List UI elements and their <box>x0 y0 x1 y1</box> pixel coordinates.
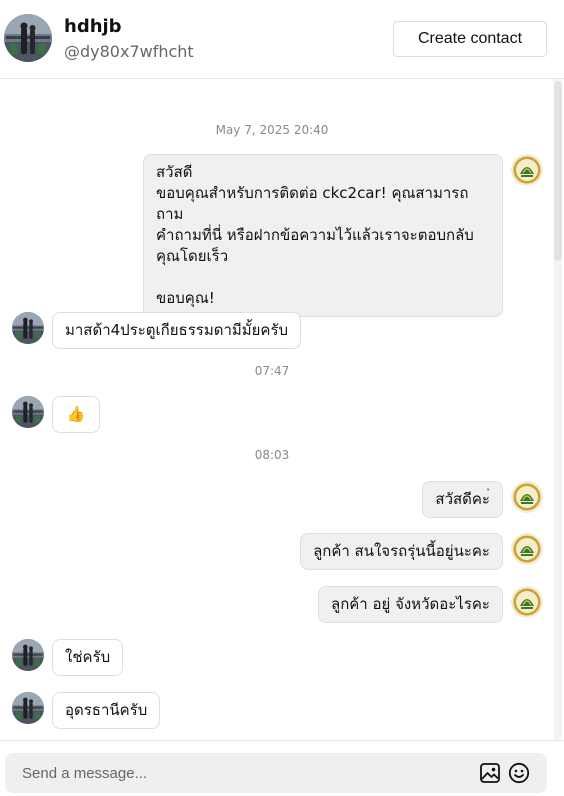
customer-avatar <box>12 639 44 671</box>
contact-name: hdhjb <box>64 16 122 37</box>
agent-avatar <box>511 586 543 618</box>
agent-avatar <box>511 154 543 186</box>
agent-avatar <box>511 481 543 513</box>
outgoing-message-greeting: สวัสดี ขอบคุณสำหรับการติดต่อ ckc2car! คุ… <box>143 154 503 317</box>
incoming-message-thumbs-up: 👍 <box>52 396 100 433</box>
outgoing-message: ลูกค้า อยู่ จังหวัดอะไรคะ <box>318 586 503 623</box>
customer-avatar <box>12 692 44 724</box>
scrollbar[interactable] <box>554 79 562 740</box>
message-timestamp: 08:03 <box>254 448 290 462</box>
contact-avatar[interactable] <box>4 14 52 62</box>
customer-avatar <box>12 312 44 344</box>
image-upload-icon[interactable] <box>479 762 501 784</box>
incoming-message: มาสด้า4ประตูเกียธรรมดามีมั้ยครับ <box>52 312 302 349</box>
message-list[interactable]: May 7, 2025 20:40 สวัสดี ขอบคุณสำหรับการ… <box>0 79 564 740</box>
emoji-icon[interactable] <box>508 762 530 784</box>
scrollbar-thumb[interactable] <box>554 81 562 261</box>
message-input[interactable] <box>22 753 462 793</box>
contact-handle: @dy80x7wfhcht <box>64 42 194 61</box>
message-timestamp: May 7, 2025 20:40 <box>215 123 329 137</box>
outgoing-message: ลูกค้า สนใจรถรุ่นนี้อยู่นะคะ <box>300 533 503 570</box>
agent-avatar <box>511 533 543 565</box>
composer-box <box>5 753 547 793</box>
create-contact-button[interactable]: Create contact <box>393 21 547 57</box>
chat-header: hdhjb @dy80x7wfhcht Create contact <box>0 0 564 79</box>
outgoing-message: สวัสดีคะ่ <box>422 481 503 518</box>
customer-avatar <box>12 396 44 428</box>
incoming-message: ใช่ครับ <box>52 639 124 676</box>
message-composer <box>0 740 564 796</box>
message-timestamp: 07:47 <box>254 364 290 378</box>
incoming-message: อุดรธานีครับ <box>52 692 161 729</box>
